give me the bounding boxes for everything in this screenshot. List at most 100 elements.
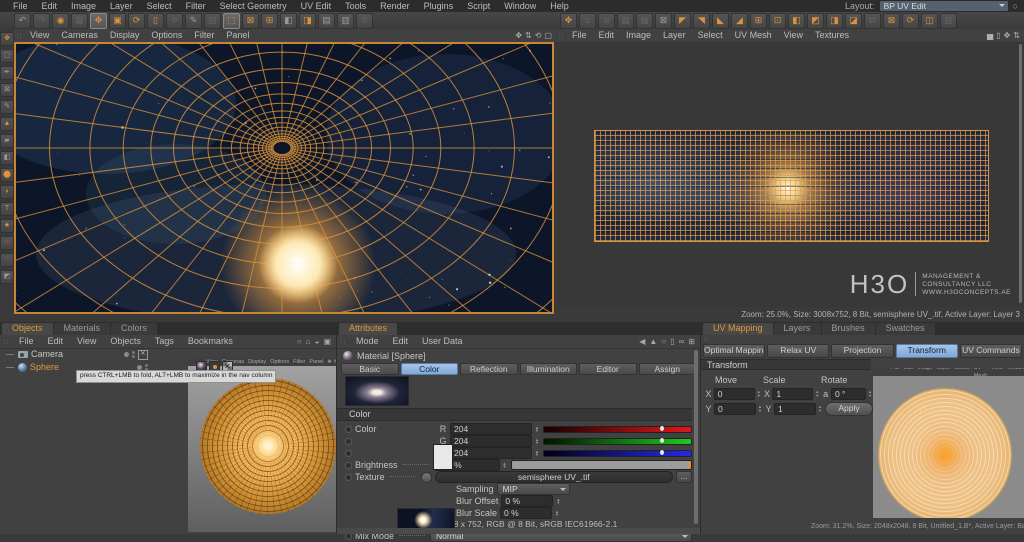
perspective-viewport-canvas[interactable] bbox=[14, 42, 554, 314]
menu-item[interactable]: Objects bbox=[103, 335, 148, 348]
shape-star-icon[interactable]: ★ bbox=[0, 219, 14, 233]
uv-pin-grid-icon[interactable]: ▦ bbox=[617, 13, 634, 29]
mini-viewport-canvas[interactable] bbox=[188, 366, 336, 532]
scale-tool-icon[interactable]: ▣ bbox=[109, 13, 126, 29]
tab-brushes[interactable]: Brushes bbox=[822, 323, 875, 335]
uv-corner-tr-icon[interactable]: ◥ bbox=[693, 13, 710, 29]
points-mode-icon[interactable]: ⁘ bbox=[166, 13, 183, 29]
uv-corner-bl-icon[interactable]: ◣ bbox=[712, 13, 729, 29]
panel-menu-icon[interactable]: ▣ bbox=[323, 336, 331, 348]
uv-align-bottom-icon[interactable]: ◪ bbox=[845, 13, 862, 29]
channel-slider[interactable] bbox=[543, 426, 692, 433]
texture-arrow-button[interactable] bbox=[421, 472, 432, 483]
uv-rotate-cw-icon[interactable]: ⟳ bbox=[902, 13, 919, 29]
stepper-icon[interactable]: ▲▼ bbox=[535, 438, 540, 445]
uv-mesh-grid-icon[interactable]: ▩ bbox=[636, 13, 653, 29]
tab-attributes[interactable]: Attributes bbox=[339, 323, 397, 335]
transform-button[interactable]: Transform bbox=[896, 344, 958, 358]
blur-offset-field[interactable]: 0 % bbox=[501, 495, 553, 507]
menu-item[interactable]: File bbox=[566, 29, 593, 42]
menu-item[interactable]: Render bbox=[373, 0, 417, 12]
fill-bucket-icon[interactable]: ▲ bbox=[0, 117, 14, 131]
gradient-icon[interactable]: ◧ bbox=[0, 151, 14, 165]
uv-copy-icon[interactable]: ◫ bbox=[921, 13, 938, 29]
link-icon[interactable]: ∞ bbox=[679, 336, 685, 348]
menu-item[interactable]: Image bbox=[64, 0, 103, 12]
keyframe-dot[interactable] bbox=[345, 450, 352, 457]
stepper-icon[interactable]: ▲▼ bbox=[758, 405, 763, 412]
menu-item[interactable]: Options bbox=[268, 358, 291, 366]
mini-uv-view[interactable]: FileEditImageLayerSelectUV MeshViewTextu… bbox=[873, 368, 1024, 518]
menu-item[interactable]: Panel bbox=[220, 29, 255, 42]
menu-item[interactable]: Select bbox=[140, 0, 179, 12]
channel-value-field[interactable]: 204 bbox=[450, 435, 532, 447]
uv-align-right-icon[interactable]: ◨ bbox=[826, 13, 843, 29]
menu-item[interactable]: Mode bbox=[349, 335, 386, 348]
stepper-icon[interactable]: ▲▼ bbox=[535, 450, 540, 457]
move-y-field[interactable]: 0 bbox=[714, 403, 756, 415]
panel-grip-icon[interactable]: ∷ bbox=[556, 32, 566, 40]
blur-scale-field[interactable]: 0 % bbox=[500, 507, 552, 519]
lock-attr-icon[interactable]: ▯ bbox=[670, 336, 674, 348]
stepper-icon[interactable]: ▲▼ bbox=[556, 498, 561, 505]
edges-cube-icon[interactable]: ◨ bbox=[299, 13, 316, 29]
menu-item[interactable]: Textures bbox=[809, 29, 855, 42]
menu-item[interactable]: Tools bbox=[338, 0, 373, 12]
menu-item[interactable]: Layer bbox=[103, 0, 140, 12]
uv-corner-br-icon[interactable]: ◢ bbox=[731, 13, 748, 29]
stepper-icon[interactable]: ▲▼ bbox=[535, 426, 540, 433]
brightness-slider[interactable] bbox=[511, 460, 692, 470]
tool-settings-icon[interactable]: ⚙ bbox=[356, 13, 373, 29]
uv-point-edit-icon[interactable]: ✥ bbox=[560, 13, 577, 29]
redo-icon[interactable]: ↷ bbox=[33, 13, 50, 29]
text-tool-icon[interactable]: T bbox=[0, 202, 14, 216]
menu-item[interactable]: Filter bbox=[291, 358, 307, 366]
menu-item[interactable]: Tags bbox=[148, 335, 181, 348]
uv-fit-icon[interactable]: ⊡ bbox=[769, 13, 786, 29]
dolly-view-icon[interactable]: ⇅ bbox=[525, 30, 532, 42]
pan-uv-icon[interactable]: ✥ bbox=[1004, 30, 1011, 42]
menu-item[interactable]: UV Mesh bbox=[729, 29, 778, 42]
menu-item[interactable]: Edit bbox=[35, 0, 65, 12]
menu-item[interactable]: Select Geometry bbox=[213, 0, 294, 12]
tab-objects[interactable]: Objects bbox=[2, 323, 53, 335]
channel-value-field[interactable]: 204 bbox=[450, 447, 532, 459]
menu-item[interactable]: View bbox=[24, 29, 55, 42]
menu-item[interactable]: Select bbox=[692, 29, 729, 42]
panel-grip-icon[interactable]: ∷ bbox=[14, 32, 24, 40]
scale-y-field[interactable]: 1 bbox=[774, 403, 816, 415]
brush-3d-icon[interactable]: ✎ bbox=[185, 13, 202, 29]
uv-texture-strip[interactable] bbox=[594, 130, 989, 242]
menu-item[interactable]: View bbox=[778, 29, 809, 42]
keyframe-dot[interactable] bbox=[345, 438, 352, 445]
scale-x-field[interactable]: 1 bbox=[772, 388, 813, 400]
move-x-field[interactable]: 0 bbox=[714, 388, 755, 400]
mini-uv-canvas[interactable] bbox=[873, 376, 1024, 518]
stepper-icon[interactable]: ▲▼ bbox=[757, 390, 762, 397]
keyframe-dot[interactable] bbox=[345, 474, 352, 481]
slider-handle[interactable] bbox=[660, 450, 664, 455]
smudge-icon[interactable]: ◗ bbox=[0, 185, 14, 199]
uv-corner-tl-icon[interactable]: ◤ bbox=[674, 13, 691, 29]
dolly-uv-icon[interactable]: ⇅ bbox=[1013, 30, 1020, 42]
menu-item[interactable]: User Data bbox=[415, 335, 470, 348]
uv-texture-canvas[interactable]: H3O MANAGEMENT & CONSULTANCY LLC WWW.H3O… bbox=[557, 42, 1023, 307]
attributes-scrollbar[interactable] bbox=[694, 350, 698, 524]
layout-search-icon[interactable]: ○ bbox=[1013, 1, 1018, 11]
eyedropper-icon[interactable]: ✎ bbox=[0, 100, 14, 114]
marquee-select-icon[interactable]: ▢ bbox=[0, 49, 14, 63]
polygons-cube-icon[interactable]: ▤ bbox=[318, 13, 335, 29]
panel-grip-icon[interactable]: ∷ bbox=[0, 338, 12, 346]
uvw-cube-icon[interactable]: ▥ bbox=[337, 13, 354, 29]
paintbrush-icon[interactable]: ✑ bbox=[0, 236, 14, 250]
fg-bg-swatches-icon[interactable]: ◩ bbox=[0, 270, 14, 284]
axis-lock-icon[interactable]: ▯ bbox=[147, 13, 164, 29]
menu-item[interactable]: Script bbox=[460, 0, 497, 12]
hatch-tool-icon[interactable]: ▨ bbox=[204, 13, 221, 29]
move-tool-icon[interactable]: ✥ bbox=[90, 13, 107, 29]
tree-row-camera[interactable]: Camera ✕ bbox=[0, 348, 188, 361]
new-panel-icon[interactable]: ⊞ bbox=[688, 336, 695, 348]
panel-grip-icon[interactable]: ∷ bbox=[701, 335, 1024, 344]
model-mode-icon[interactable]: ⬚ bbox=[223, 13, 240, 29]
lasso-select-icon[interactable]: ✒ bbox=[0, 66, 14, 80]
